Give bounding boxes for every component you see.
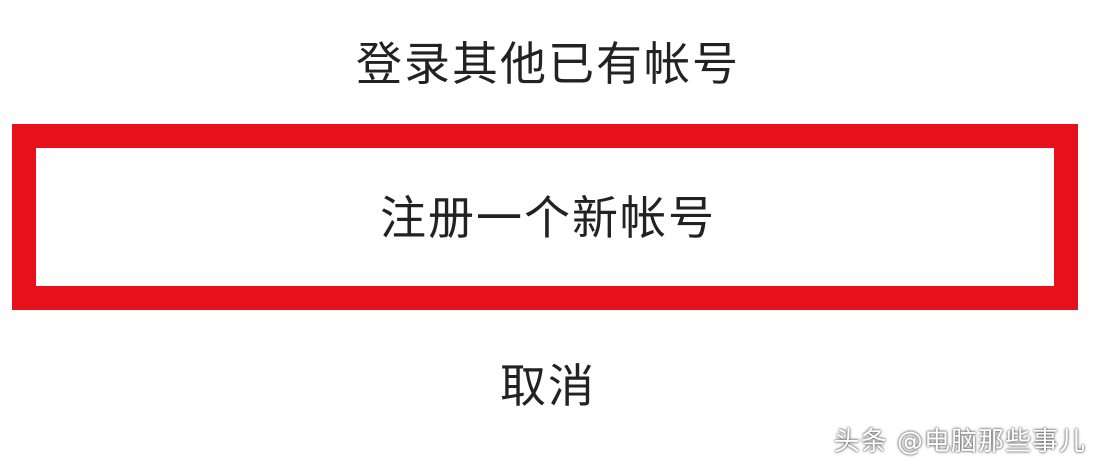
account-action-sheet: 登录其他已有帐号 注册一个新帐号 取消 — [0, 0, 1096, 468]
login-other-account-button[interactable]: 登录其他已有帐号 — [0, 18, 1096, 104]
cancel-button[interactable]: 取消 — [0, 340, 1096, 426]
register-new-account-button[interactable]: 注册一个新帐号 — [0, 170, 1096, 260]
register-new-account-label: 注册一个新帐号 — [380, 191, 716, 245]
cancel-label: 取消 — [500, 359, 596, 413]
watermark: 头条 @电脑那些事儿 — [833, 427, 1086, 457]
login-other-account-label: 登录其他已有帐号 — [356, 37, 740, 91]
